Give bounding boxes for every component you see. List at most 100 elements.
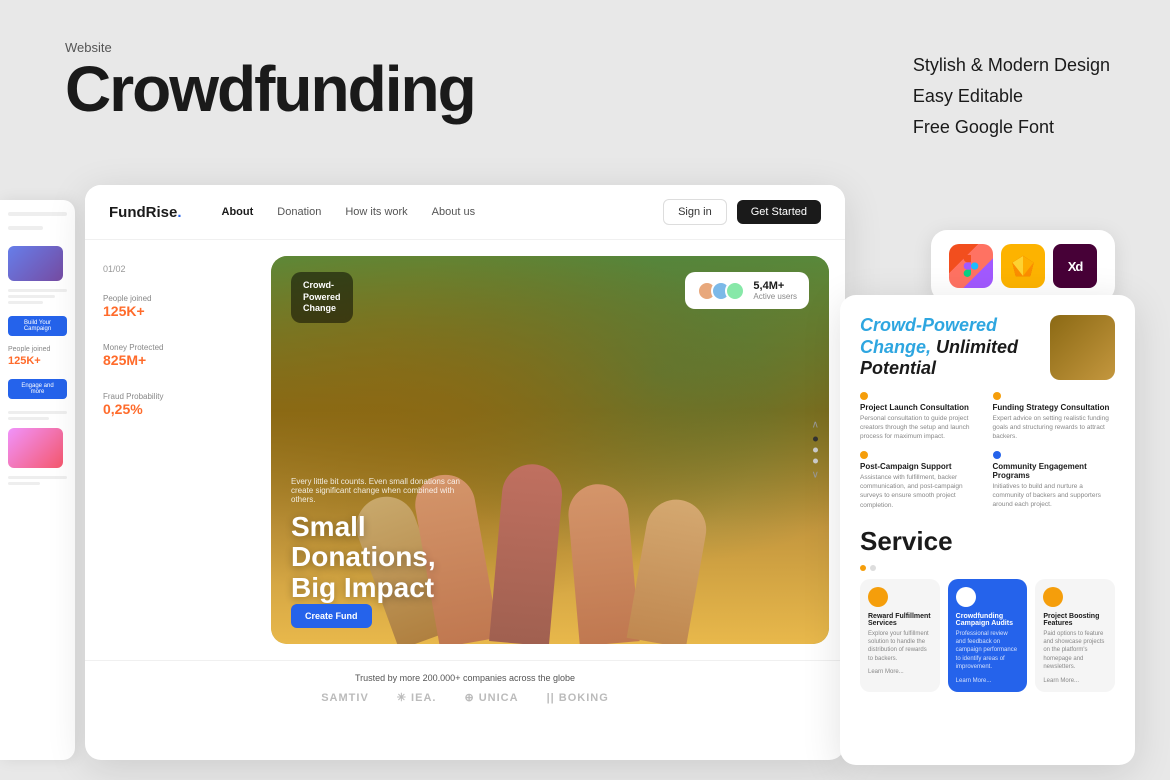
- hero-image: Crowd-PoweredChange 5,4M+ Active users: [271, 256, 829, 644]
- service-title-1: Project Launch Consultation: [860, 403, 983, 412]
- rp-section-title: Service: [860, 526, 1115, 557]
- rp-thumbnail: [1050, 315, 1115, 380]
- create-fund-button[interactable]: Create Fund: [291, 604, 372, 628]
- brand-iea: ✳ IEA.: [397, 691, 437, 704]
- trusted-text: Trusted by more 200.000+ companies acros…: [109, 673, 821, 683]
- pagination-dot-active: [860, 565, 866, 571]
- hero-image-wrap: Crowd-PoweredChange 5,4M+ Active users: [271, 256, 829, 644]
- hero-card-text: Crowd-PoweredChange: [291, 272, 353, 323]
- active-users-info: 5,4M+ Active users: [753, 280, 797, 301]
- scroll-dot-3: [813, 459, 818, 464]
- nav-links: About Donation How its work About us: [222, 206, 664, 218]
- rp-cards-row: Reward Fulfillment Services Explore your…: [860, 579, 1115, 692]
- scroll-dot-1: [813, 437, 818, 442]
- nav-link-about[interactable]: About: [222, 206, 254, 218]
- rp-title-area: Crowd-PoweredChange, UnlimitedPotential: [860, 315, 1018, 380]
- scroll-down-arrow: ∨: [812, 470, 819, 481]
- scroll-indicator: ∧ ∨: [812, 420, 819, 481]
- scroll-up-arrow: ∧: [812, 420, 819, 431]
- service-dot-2: [993, 392, 1001, 400]
- card-title-3: Project Boosting Features: [1043, 613, 1107, 627]
- hero-section: 01/02 People joined 125K+ Money Protecte…: [85, 240, 845, 660]
- sidebar-people-label: People joined: [8, 346, 67, 353]
- scroll-dot-2: [813, 448, 818, 453]
- rp-service-2: Funding Strategy Consultation Expert adv…: [993, 392, 1116, 441]
- features-list: Stylish & Modern Design Easy Editable Fr…: [913, 55, 1110, 148]
- card-title-1: Reward Fulfillment Services: [868, 613, 932, 627]
- card-title-2: Crowdfunding Campaign Audits: [956, 613, 1020, 627]
- sidebar-people-value: 125K+: [8, 355, 67, 367]
- service-dot-4: [993, 451, 1001, 459]
- nav-link-contact[interactable]: About us: [432, 206, 475, 218]
- nav-link-how[interactable]: How its work: [345, 206, 407, 218]
- rp-service-4: Community Engagement Programs Initiative…: [993, 451, 1116, 509]
- brand-samtiv: SAMTIV: [321, 692, 369, 704]
- avatar-3: [725, 281, 745, 301]
- service-desc-1: Personal consultation to guide project c…: [860, 414, 983, 441]
- card-learn-2[interactable]: Learn More...: [956, 678, 1020, 684]
- rp-service-1: Project Launch Consultation Personal con…: [860, 392, 983, 441]
- card-learn-1[interactable]: Learn More...: [868, 669, 932, 675]
- rp-card-3: Project Boosting Features Paid options t…: [1035, 579, 1115, 692]
- brand-boking: || BOKING: [547, 692, 609, 704]
- stat-fraud: Fraud Probability 0,25%: [103, 392, 237, 417]
- hero-counter: 01/02: [103, 264, 237, 274]
- service-dot-3: [860, 451, 868, 459]
- trusted-section: Trusted by more 200.000+ companies acros…: [85, 660, 845, 716]
- card-desc-2: Professional review and feedback on camp…: [956, 630, 1020, 672]
- card-icon-2: [956, 587, 976, 607]
- sidebar-blue-btn: Build Your Campaign: [8, 316, 67, 336]
- hero-stats: 01/02 People joined 125K+ Money Protecte…: [85, 240, 255, 660]
- feature-1: Stylish & Modern Design: [913, 55, 1110, 76]
- nav-link-donation[interactable]: Donation: [277, 206, 321, 218]
- stat-money: Money Protected 825M+: [103, 343, 237, 368]
- rp-pagination: [860, 565, 1115, 571]
- card-desc-1: Explore your fulfillment solution to han…: [868, 630, 932, 664]
- service-title-4: Community Engagement Programs: [993, 462, 1116, 480]
- brand-logos: SAMTIV ✳ IEA. ⊕ UNICA || BOKING: [109, 691, 821, 704]
- feature-3: Free Google Font: [913, 117, 1110, 138]
- hero-overlay: Every little bit counts. Even small dona…: [291, 477, 809, 604]
- card-icon-3: [1043, 587, 1063, 607]
- service-desc-2: Expert advice on setting realistic fundi…: [993, 414, 1116, 441]
- feature-2: Easy Editable: [913, 86, 1110, 107]
- figma-icon: [949, 244, 993, 288]
- right-detail-panel: Crowd-PoweredChange, UnlimitedPotential …: [840, 295, 1135, 765]
- get-started-button[interactable]: Get Started: [737, 200, 821, 224]
- rp-card-1: Reward Fulfillment Services Explore your…: [860, 579, 940, 692]
- service-desc-3: Assistance with fulfillment, backer comm…: [860, 473, 983, 509]
- service-title-3: Post-Campaign Support: [860, 462, 983, 471]
- main-title: Crowdfunding: [65, 57, 475, 121]
- service-dot-1: [860, 392, 868, 400]
- signin-button[interactable]: Sign in: [663, 199, 727, 225]
- sketch-icon: [1001, 244, 1045, 288]
- brand-unica: ⊕ UNICA: [464, 691, 518, 704]
- rp-card-2: Crowdfunding Campaign Audits Professiona…: [948, 579, 1028, 692]
- nav-logo-dot: .: [177, 204, 181, 221]
- avatar-stack: [697, 281, 745, 301]
- rp-service-3: Post-Campaign Support Assistance with fu…: [860, 451, 983, 509]
- rp-header: Crowd-PoweredChange, UnlimitedPotential: [860, 315, 1115, 380]
- card-learn-3[interactable]: Learn More...: [1043, 678, 1107, 684]
- service-title-2: Funding Strategy Consultation: [993, 403, 1116, 412]
- navbar: FundRise. About Donation How its work Ab…: [85, 185, 845, 240]
- active-users-count: 5,4M+: [753, 280, 797, 292]
- tool-icons-panel: Xd: [931, 230, 1115, 302]
- active-users-badge: 5,4M+ Active users: [685, 272, 809, 309]
- rp-services-grid: Project Launch Consultation Personal con…: [860, 392, 1115, 510]
- nav-logo: FundRise.: [109, 204, 182, 221]
- nav-actions: Sign in Get Started: [663, 199, 821, 225]
- top-label-area: Website Crowdfunding: [65, 40, 475, 121]
- hero-subtitle: Every little bit counts. Even small dona…: [291, 477, 471, 504]
- sidebar-blue-btn2: Engage and more: [8, 379, 67, 399]
- active-users-label: Active users: [753, 292, 797, 301]
- pagination-dot-1: [870, 565, 876, 571]
- service-desc-4: Initiatives to build and nurture a commu…: [993, 482, 1116, 509]
- rp-title: Crowd-PoweredChange, UnlimitedPotential: [860, 315, 1018, 380]
- main-mockup: FundRise. About Donation How its work Ab…: [85, 185, 845, 760]
- left-sidebar-preview: Build Your Campaign People joined 125K+ …: [0, 200, 75, 760]
- hero-headline: SmallDonations,Big Impact: [291, 512, 809, 604]
- stat-people: People joined 125K+: [103, 294, 237, 319]
- xd-icon: Xd: [1053, 244, 1097, 288]
- card-icon-1: [868, 587, 888, 607]
